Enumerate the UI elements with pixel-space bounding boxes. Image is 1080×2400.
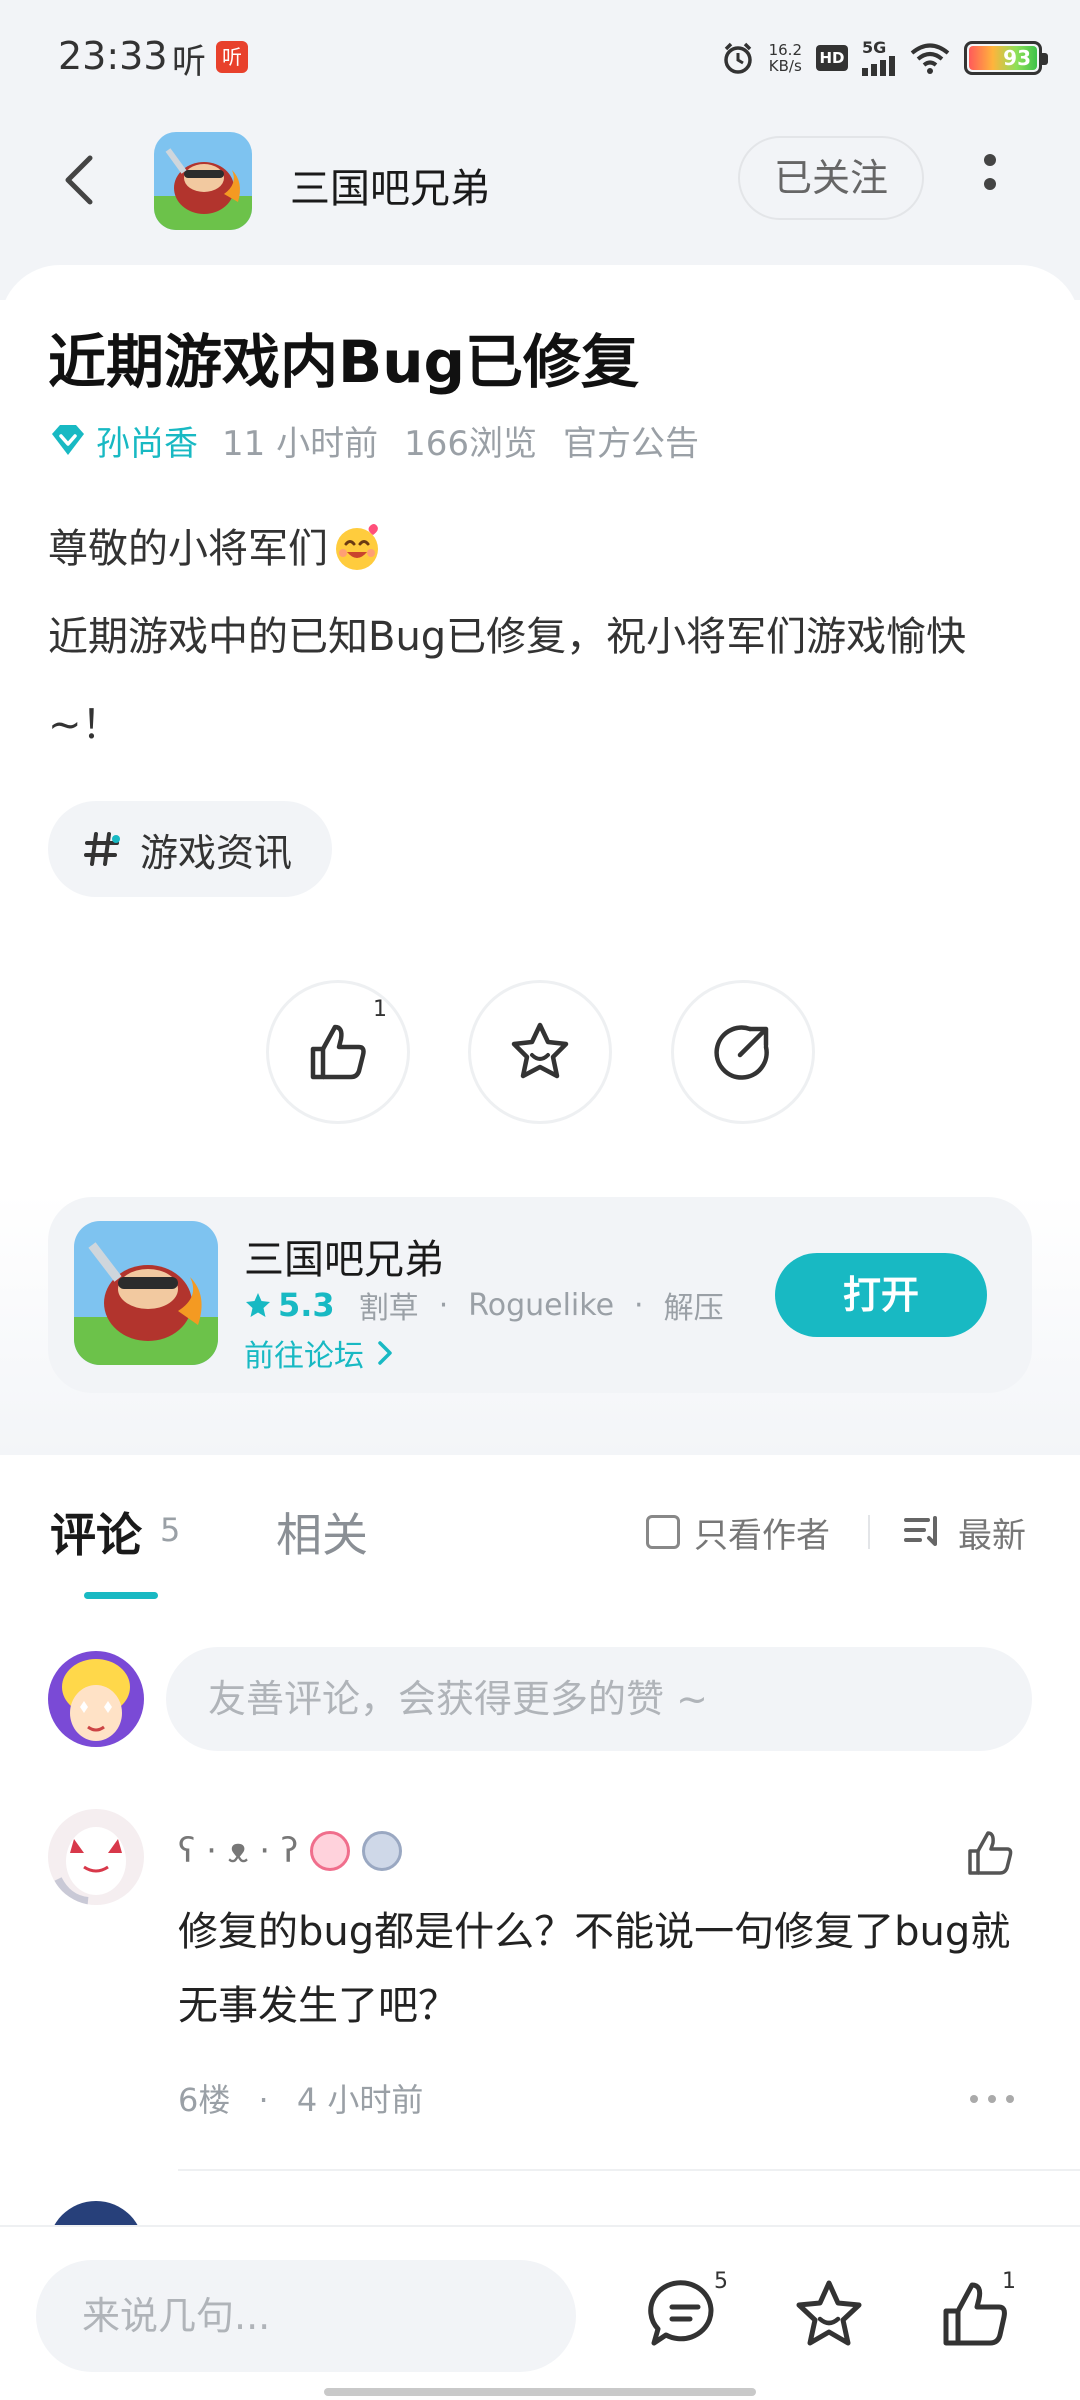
comment-bubble-icon[interactable] [648, 2277, 722, 2351]
level-badge-icon [310, 1831, 351, 1871]
star-icon [511, 1022, 569, 1079]
tag-separator: · [438, 1287, 449, 1323]
net-speed-value: 16.2 [768, 41, 802, 59]
game-name: 三国吧兄弟 [244, 1237, 444, 1283]
status-time: 23:33 [58, 34, 168, 78]
thumbs-up-icon [310, 1024, 366, 1080]
signal-icon: 5G [862, 40, 896, 76]
alarm-icon [723, 42, 752, 74]
post-author[interactable]: 孙尚香 [96, 416, 198, 465]
author-only-filter[interactable]: 只看作者 [646, 1507, 830, 1557]
game-rating: 5.3 [278, 1286, 335, 1324]
game-tag: Roguelike [468, 1287, 615, 1323]
home-indicator[interactable] [324, 2388, 756, 2396]
more-options-icon[interactable] [970, 148, 1010, 212]
comment-floor: 6楼 [178, 2081, 231, 2119]
comment-count: 5 [160, 1511, 181, 1549]
forum-title: 三国吧兄弟 [290, 166, 490, 212]
game-tag: 解压 [663, 1291, 724, 1326]
post-favorite-button[interactable] [468, 980, 612, 1124]
filter-divider [868, 1515, 870, 1549]
post-time: 11 小时前 [222, 423, 379, 464]
comment-avatar[interactable] [48, 1809, 144, 1905]
author-only-checkbox[interactable] [646, 1515, 680, 1549]
battery-level: 93 [969, 46, 1037, 70]
tab-related[interactable]: 相关 [276, 1499, 368, 1565]
comment-divider [178, 2169, 1080, 2171]
bottom-like-count: 1 [1002, 2269, 1016, 2294]
wifi-icon [910, 43, 950, 74]
header: 三国吧兄弟 已关注 [0, 120, 1080, 240]
signal-label: 5G [862, 38, 887, 57]
post-share-button[interactable] [671, 980, 815, 1124]
forum-avatar[interactable] [154, 132, 252, 230]
bottom-bar: 来说几句... 5 1 [0, 2225, 1080, 2400]
rating-star-icon [246, 1293, 270, 1317]
comment-time: 4 小时前 [296, 2081, 424, 2119]
game-tag: 割草 [358, 1291, 419, 1326]
comment-meta-separator: · [258, 2081, 269, 2119]
open-game-button[interactable]: 打开 [775, 1253, 987, 1337]
post-greeting: 尊敬的小将军们 [48, 526, 328, 572]
post-views: 166浏览 [404, 423, 537, 464]
bottom-comment-count: 5 [714, 2269, 728, 2294]
sort-label: 最新 [958, 1515, 1026, 1556]
hd-icon: HD [816, 45, 848, 71]
comments-section: 评论 5 相关 只看作者 最新 友善评论，会获得更多的赞 ~ ʕ · ᴥ · ʔ… [0, 1455, 1080, 2297]
comment-input[interactable]: 友善评论，会获得更多的赞 ~ [166, 1647, 1032, 1751]
app-notification-icon: 听 [216, 41, 248, 73]
like-thumb-icon[interactable] [938, 2277, 1012, 2351]
active-tab-indicator [84, 1592, 158, 1599]
back-icon[interactable] [52, 150, 112, 210]
tab-comments[interactable]: 评论 [50, 1499, 142, 1565]
follow-button[interactable]: 已关注 [738, 136, 924, 220]
post-greeting-line: 尊敬的小将军们 [48, 505, 1038, 593]
comment-more-icon[interactable] [970, 2095, 1014, 2105]
comment-text: 修复的bug都是什么？不能说一句修复了bug就无事发生了吧？ [178, 1909, 1011, 2029]
topic-tag-label: 游戏资讯 [140, 830, 293, 875]
post-like-button[interactable]: 1 [266, 980, 410, 1124]
go-to-forum-link[interactable]: 前往论坛 [244, 1331, 398, 1375]
post-meta: 孙尚香 11 小时前 166浏览 官方公告 [48, 415, 725, 465]
post-body: 尊敬的小将军们 近期游戏中的已知Bug已修复，祝小将军们游戏愉快~！ [48, 505, 1038, 769]
comment-username-text: ʕ · ᴥ · ʔ [178, 1831, 299, 1871]
smiling-face-emoji-icon [336, 524, 378, 570]
topic-tag[interactable]: 游戏资讯 [48, 801, 333, 897]
chevron-right-icon [378, 1341, 392, 1365]
post-like-count: 1 [373, 997, 387, 1022]
net-speed-unit: KB/s [768, 57, 802, 75]
verified-diamond-icon [52, 425, 84, 455]
post-content: 近期游戏中的已知Bug已修复，祝小将军们游戏愉快~！ [48, 614, 967, 748]
listen-indicator: 听 [172, 42, 206, 82]
post-card: 近期游戏内Bug已修复 孙尚香 11 小时前 166浏览 官方公告 尊敬的小将军… [0, 265, 1080, 1455]
rank-badge-icon [362, 1831, 403, 1871]
author-only-label: 只看作者 [694, 1515, 830, 1556]
status-bar: 23:33 听 听 16.2 KB/s HD 5G 93 [0, 0, 1080, 110]
post-category: 官方公告 [562, 423, 699, 464]
net-speed: 16.2 KB/s [769, 42, 802, 74]
game-info: 5.3 割草 · Roguelike · 解压 [244, 1285, 724, 1326]
favorite-star-icon[interactable] [792, 2277, 866, 2351]
game-card[interactable]: 三国吧兄弟 5.3 割草 · Roguelike · 解压 前往论坛 打开 [48, 1197, 1032, 1393]
status-icons: 16.2 KB/s HD 5G 93 [721, 36, 1048, 80]
my-avatar[interactable] [48, 1651, 144, 1747]
game-icon[interactable] [74, 1221, 218, 1365]
post-actions: 1 [0, 980, 1080, 1130]
post-title: 近期游戏内Bug已修复 [48, 328, 640, 396]
sort-latest-button[interactable]: 最新 [902, 1507, 1026, 1557]
sort-icon [904, 1516, 937, 1546]
comment-like-icon[interactable] [964, 1827, 1016, 1879]
battery-icon: 93 [964, 41, 1048, 75]
hashtag-icon [84, 832, 120, 866]
share-icon [714, 1025, 769, 1080]
comment-meta: 6楼 · 4 小时前 [178, 2075, 423, 2121]
bottom-comment-input[interactable]: 来说几句... [36, 2260, 576, 2372]
comment-username[interactable]: ʕ · ᴥ · ʔ [178, 1831, 403, 1871]
tag-separator: · [634, 1287, 644, 1323]
forum-link-label: 前往论坛 [244, 1339, 364, 1374]
